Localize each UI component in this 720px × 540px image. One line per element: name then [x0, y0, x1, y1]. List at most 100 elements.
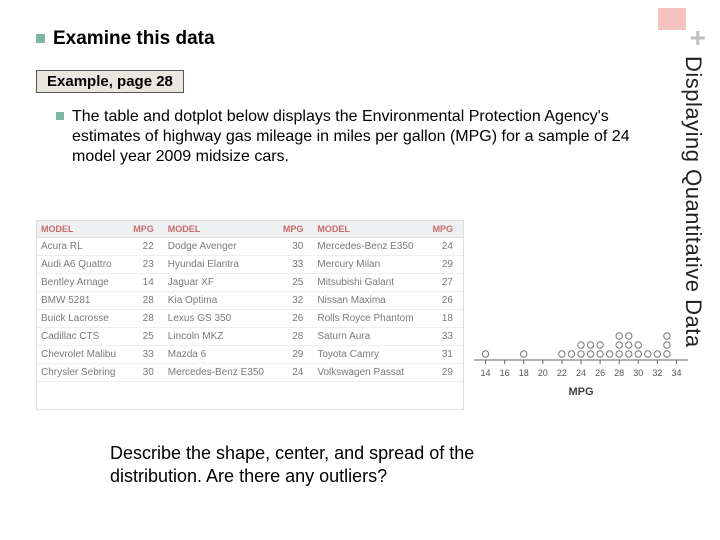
- table-row: Chevrolet Malibu33Mazda 629Toyota Camry3…: [37, 346, 463, 364]
- cell-mpg: 24: [276, 364, 313, 382]
- dot: [645, 351, 651, 357]
- cell-mpg: 30: [127, 364, 164, 382]
- cell-model: Volkswagen Passat: [313, 364, 425, 382]
- cell-model: Kia Optima: [164, 292, 276, 310]
- table-row: BMW 528128Kia Optima32Nissan Maxima26: [37, 292, 463, 310]
- decor-box: [658, 8, 686, 30]
- cell-model: Lexus GS 350: [164, 310, 276, 328]
- bullet-icon: [36, 34, 45, 43]
- cell-model: Rolls Royce Phantom: [313, 310, 425, 328]
- dot: [559, 351, 565, 357]
- dot: [521, 351, 527, 357]
- col-mpg: MPG: [276, 221, 313, 238]
- cell-mpg: 24: [426, 238, 463, 256]
- cell-model: Acura RL: [37, 238, 127, 256]
- dot: [616, 351, 622, 357]
- cell-model: Dodge Avenger: [164, 238, 276, 256]
- dot: [606, 351, 612, 357]
- dot: [664, 342, 670, 348]
- cell-mpg: 29: [426, 364, 463, 382]
- dot: [626, 342, 632, 348]
- dotplot-svg: 1416182022242628303234 MPG: [470, 250, 692, 405]
- cell-mpg: 25: [127, 328, 164, 346]
- cell-mpg: 30: [276, 238, 313, 256]
- dot: [587, 342, 593, 348]
- x-label: MPG: [568, 386, 593, 398]
- col-mpg: MPG: [127, 221, 164, 238]
- car-table-wrap: MODEL MPG MODEL MPG MODEL MPG Acura RL22…: [36, 220, 464, 410]
- dot: [568, 351, 574, 357]
- cell-mpg: 28: [127, 310, 164, 328]
- dot: [635, 342, 641, 348]
- heading-row: Examine this data: [36, 28, 656, 50]
- cell-mpg: 26: [426, 292, 463, 310]
- table-row: Cadillac CTS25Lincoln MKZ28Saturn Aura33: [37, 328, 463, 346]
- table-header-row: MODEL MPG MODEL MPG MODEL MPG: [37, 221, 463, 238]
- col-model: MODEL: [164, 221, 276, 238]
- cell-model: Mercury Milan: [313, 256, 425, 274]
- cell-model: Chevrolet Malibu: [37, 346, 127, 364]
- cell-model: Lincoln MKZ: [164, 328, 276, 346]
- cell-mpg: 29: [426, 256, 463, 274]
- cell-mpg: 32: [276, 292, 313, 310]
- dot: [597, 351, 603, 357]
- cell-mpg: 33: [426, 328, 463, 346]
- dot: [482, 351, 488, 357]
- cell-model: Mercedes-Benz E350: [313, 238, 425, 256]
- cell-model: Bentley Arnage: [37, 274, 127, 292]
- dot: [654, 351, 660, 357]
- table-row: Audi A6 Quattro23Hyundai Elantra33Mercur…: [37, 256, 463, 274]
- dot: [587, 351, 593, 357]
- desc-row: The table and dotplot below displays the…: [56, 107, 656, 167]
- cell-mpg: 22: [127, 238, 164, 256]
- cell-model: Mercedes-Benz E350: [164, 364, 276, 382]
- dot: [626, 333, 632, 339]
- cell-mpg: 18: [426, 310, 463, 328]
- cell-model: Cadillac CTS: [37, 328, 127, 346]
- data-area: MODEL MPG MODEL MPG MODEL MPG Acura RL22…: [36, 220, 684, 410]
- svg-text:20: 20: [538, 368, 548, 378]
- table-row: Bentley Arnage14Jaguar XF25Mitsubishi Ga…: [37, 274, 463, 292]
- cell-model: Buick Lacrosse: [37, 310, 127, 328]
- dot: [616, 333, 622, 339]
- question-text: Describe the shape, center, and spread o…: [110, 442, 550, 487]
- plus-icon: +: [690, 22, 706, 54]
- svg-text:24: 24: [576, 368, 586, 378]
- cell-mpg: 25: [276, 274, 313, 292]
- dot: [578, 351, 584, 357]
- content-area: Examine this data Example, page 28 The t…: [36, 28, 656, 173]
- cell-mpg: 14: [127, 274, 164, 292]
- dot: [626, 351, 632, 357]
- svg-text:30: 30: [633, 368, 643, 378]
- description-text: The table and dotplot below displays the…: [72, 107, 656, 167]
- cell-model: Audi A6 Quattro: [37, 256, 127, 274]
- dot: [664, 351, 670, 357]
- col-model: MODEL: [37, 221, 127, 238]
- col-model: MODEL: [313, 221, 425, 238]
- cell-model: Chrysler Sebring: [37, 364, 127, 382]
- dot: [664, 333, 670, 339]
- cell-mpg: 33: [276, 256, 313, 274]
- svg-text:18: 18: [519, 368, 529, 378]
- table-row: Buick Lacrosse28Lexus GS 35026Rolls Royc…: [37, 310, 463, 328]
- x-ticks: 1416182022242628303234: [481, 360, 682, 378]
- svg-text:28: 28: [614, 368, 624, 378]
- heading-text: Examine this data: [53, 28, 215, 50]
- dotplot: 1416182022242628303234 MPG: [470, 220, 684, 410]
- svg-text:16: 16: [500, 368, 510, 378]
- car-table: MODEL MPG MODEL MPG MODEL MPG Acura RL22…: [37, 221, 463, 382]
- cell-model: Mitsubishi Galant: [313, 274, 425, 292]
- table-row: Acura RL22Dodge Avenger30Mercedes-Benz E…: [37, 238, 463, 256]
- cell-mpg: 26: [276, 310, 313, 328]
- heading-bold: Examine: [53, 28, 131, 49]
- table-row: Chrysler Sebring30Mercedes-Benz E35024Vo…: [37, 364, 463, 382]
- col-mpg: MPG: [426, 221, 463, 238]
- cell-model: Toyota Camry: [313, 346, 425, 364]
- cell-mpg: 31: [426, 346, 463, 364]
- cell-mpg: 23: [127, 256, 164, 274]
- cell-mpg: 28: [276, 328, 313, 346]
- slide: + Displaying Quantitative Data Examine t…: [0, 0, 720, 540]
- cell-model: Nissan Maxima: [313, 292, 425, 310]
- cell-model: Mazda 6: [164, 346, 276, 364]
- svg-text:32: 32: [652, 368, 662, 378]
